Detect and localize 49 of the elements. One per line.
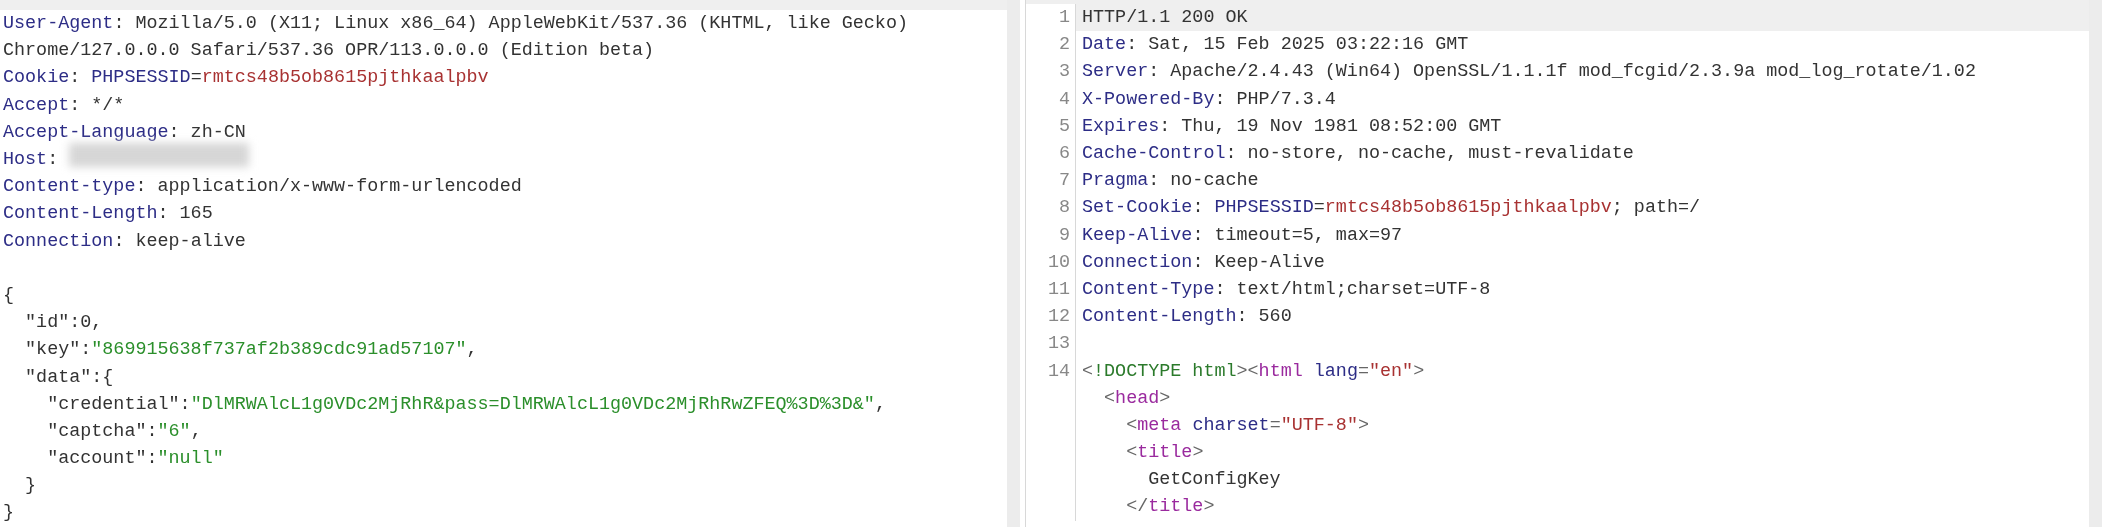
code-line: Connection: Keep-Alive bbox=[1081, 251, 1325, 273]
line-number: 1 bbox=[1058, 7, 1070, 29]
line-number: 5 bbox=[1058, 115, 1070, 137]
code-line: <!DOCTYPE html><html lang="en"> bbox=[1081, 360, 1425, 382]
code-line: <head> bbox=[1103, 387, 1171, 409]
code-line: Content-Length: 165 bbox=[3, 203, 213, 225]
line-number: 2 bbox=[1058, 34, 1070, 56]
code-line: } bbox=[3, 502, 15, 524]
line-number: 12 bbox=[1047, 306, 1070, 328]
code-line: </title> bbox=[1125, 496, 1215, 518]
code-line: GetConfigKey bbox=[1147, 469, 1281, 491]
line-number: 10 bbox=[1047, 251, 1070, 273]
line-number: 13 bbox=[1047, 333, 1070, 355]
code-line: Accept-Language: zh-CN bbox=[3, 121, 246, 143]
code-line: Date: Sat, 15 Feb 2025 03:22:16 GMT bbox=[1081, 34, 1469, 56]
code-line: Host: bbox=[3, 149, 60, 171]
code-line: Pragma: no-cache bbox=[1081, 170, 1259, 192]
code-line: { bbox=[3, 284, 15, 306]
code-line: Content-Type: text/html;charset=UTF-8 bbox=[1081, 278, 1491, 300]
code-line: "id":0, bbox=[24, 312, 103, 334]
line-number: 4 bbox=[1058, 88, 1070, 110]
line-number: 6 bbox=[1058, 143, 1070, 165]
code-line: "credential":"DlMRWAlcL1g0VDc2MjRhR&pass=DlMRWAlcL1g0VDc2MjRhRwZFEQ%3D%3D&", bbox=[46, 393, 886, 415]
code-line: X-Powered-By: PHP/7.3.4 bbox=[1081, 88, 1336, 110]
code-line: <title> bbox=[1125, 442, 1204, 464]
code-line: Chrome/127.0.0.0 Safari/537.36 OPR/113.0.0.0 (Edition beta) bbox=[3, 40, 655, 62]
line-number: 9 bbox=[1058, 224, 1070, 246]
code-line: User-Agent: Mozilla/5.0 (X11; Linux x86_64) AppleWebKit/537.36 (KHTML, like Gecko) bbox=[3, 13, 908, 35]
code-line: <meta charset="UTF-8"> bbox=[1125, 414, 1369, 436]
code-line: Content-type: application/x-www-form-urlencoded bbox=[3, 176, 522, 198]
code-line: Expires: Thu, 19 Nov 1981 08:52:00 GMT bbox=[1081, 115, 1502, 137]
line-number: 3 bbox=[1058, 61, 1070, 83]
code-line: Cache-Control: no-store, no-cache, must-revalidate bbox=[1081, 143, 1634, 165]
line-number: 11 bbox=[1047, 278, 1070, 300]
code-line: Content-Length: 560 bbox=[1081, 306, 1292, 328]
line-number: 14 bbox=[1047, 360, 1070, 382]
code-line: "key":"869915638f737af2b389cdc91ad57107", bbox=[24, 339, 478, 361]
code-line: "account":"null" bbox=[46, 448, 224, 470]
code-line: Accept: */* bbox=[3, 94, 125, 116]
line-number: 7 bbox=[1058, 170, 1070, 192]
code-line: Set-Cookie: PHPSESSID=rmtcs48b5ob8615pjthkaalpbv; path=/ bbox=[1081, 197, 1701, 219]
code-line: Connection: keep-alive bbox=[3, 230, 246, 252]
code-line: Server: Apache/2.4.43 (Win64) OpenSSL/1.1.1f mod_fcgid/2.3.9a mod_log_rotate/1.02 bbox=[1081, 61, 1976, 83]
line-number: 8 bbox=[1058, 197, 1070, 219]
code-line: "data":{ bbox=[24, 366, 114, 388]
code-line: } bbox=[24, 475, 37, 497]
code-line: Cookie: PHPSESSID=rmtcs48b5ob8615pjthkaalpbv bbox=[3, 67, 489, 89]
code-line: "captcha":"6", bbox=[46, 420, 202, 442]
code-line: Keep-Alive: timeout=5, max=97 bbox=[1081, 224, 1403, 246]
